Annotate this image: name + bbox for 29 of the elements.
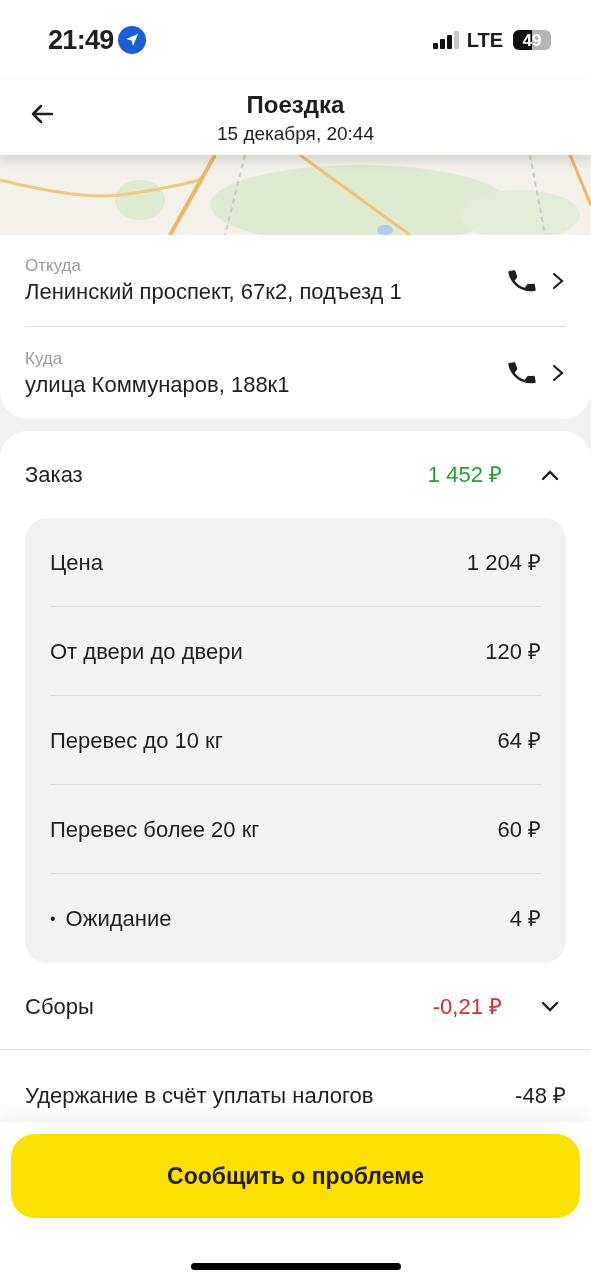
item-amount: 60 ₽ (497, 815, 541, 844)
tax-label: Удержание в счёт уплаты налогов (25, 1081, 375, 1110)
signal-icon (432, 31, 461, 49)
section-title: Сборы (25, 992, 95, 1021)
item-label: Цена (50, 548, 104, 577)
item-label: Перевес до 10 кг (50, 726, 224, 755)
page-subtitle: 15 декабря, 20:44 (217, 121, 374, 146)
item-label: От двери до двери (50, 637, 244, 666)
section-amount: -0,21 ₽ (432, 992, 502, 1021)
route-address: Ленинский проспект, 67к2, подъезд 1 (25, 278, 403, 306)
chevron-button[interactable] (550, 363, 566, 383)
bullet: • (50, 908, 56, 929)
page-title: Поездка (246, 89, 345, 120)
section-amount: 1 452 ₽ (427, 461, 502, 489)
item-label: Перевес более 20 кг (50, 815, 261, 844)
section-title: Заказ (25, 461, 84, 489)
status-time: 21:49 (48, 23, 114, 57)
item-amount: 1 204 ₽ (466, 548, 541, 577)
route-label: Куда (25, 347, 64, 369)
route-label: Откуда (25, 255, 82, 277)
tax-amount: -48 ₽ (515, 1081, 566, 1110)
chevron-button[interactable] (550, 270, 566, 291)
item-label: Ожидание (65, 905, 173, 933)
route-address: улица Коммунаров, 188к1 (25, 370, 291, 399)
report-problem-button[interactable]: Сообщить о проблеме (11, 1134, 580, 1218)
network-label: LTE (466, 28, 503, 53)
item-amount: 120 ₽ (485, 637, 541, 666)
item-amount: 64 ₽ (497, 726, 541, 755)
item-amount: 4 ₽ (509, 905, 541, 933)
